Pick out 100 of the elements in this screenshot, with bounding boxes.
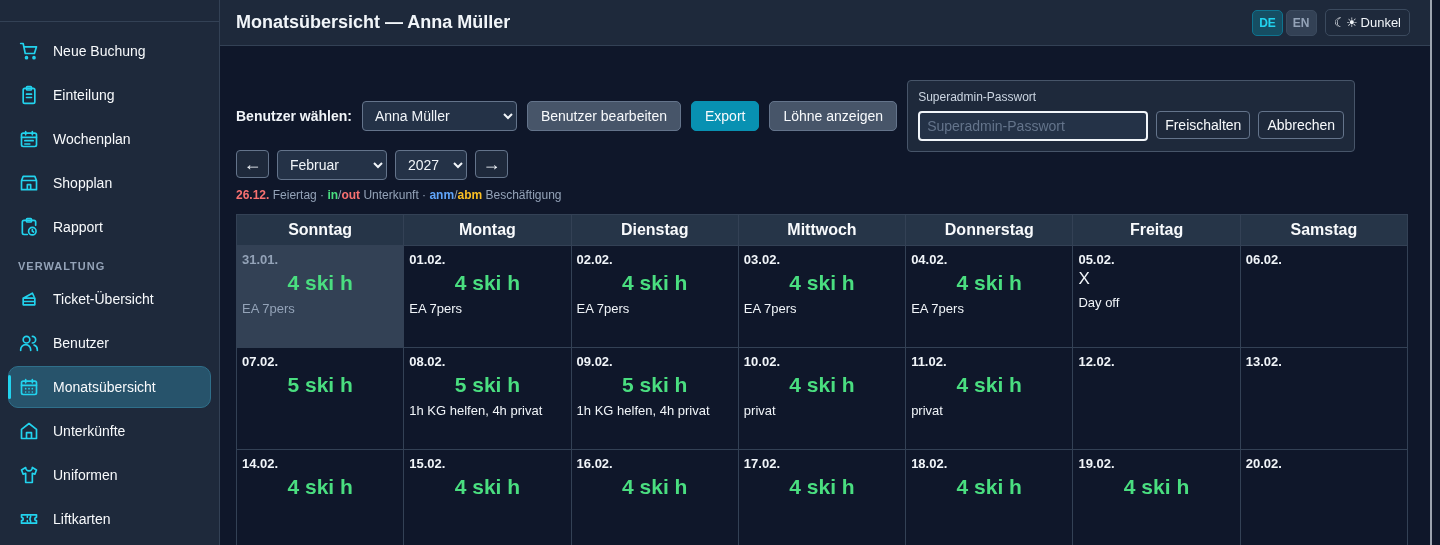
day-cell[interactable]: 16.02. 4 ski h [571, 449, 739, 545]
year-select[interactable]: 2027 [395, 150, 467, 180]
ski-hours: 5 ski h [621, 373, 689, 397]
day-cell[interactable]: 31.01. 4 ski h EA 7pers [236, 245, 404, 348]
legend-text: 26.12. Feiertag · in/out Unterkunft · anm/abm Beschäftigung [236, 188, 563, 202]
day-cell[interactable]: 12.02. [1072, 347, 1241, 450]
ski-hours: 5 ski h [286, 373, 354, 397]
day-date: 20.02. [1245, 456, 1283, 471]
day-cell[interactable]: 04.02. 4 ski h EA 7pers [905, 245, 1073, 348]
day-cell[interactable]: 03.02. 4 ski h EA 7pers [738, 245, 906, 348]
day-cell[interactable]: 07.02. 5 ski h [236, 347, 404, 450]
day-date: 08.02. [409, 354, 447, 369]
day-date: 19.02. [1078, 456, 1116, 471]
sidebar-item[interactable]: Shopplan [8, 162, 211, 204]
day-date: 03.02. [743, 252, 781, 267]
day-date: 15.02. [409, 456, 447, 471]
weekday-header: Mittwoch [738, 214, 906, 246]
export-button[interactable]: Export [691, 101, 760, 131]
day-note: 1h KG helfen, 4h privat [409, 403, 544, 418]
sidebar-item[interactable]: Uniformen [8, 454, 211, 496]
ski-hours: 4 ski h [955, 271, 1023, 295]
previous-month-button[interactable]: ← [236, 150, 269, 178]
weekday-header: Samstag [1240, 214, 1408, 246]
next-month-button[interactable]: → [475, 150, 508, 178]
sidebar-item[interactable]: Wochenplan [8, 118, 211, 160]
day-date: 09.02. [576, 354, 614, 369]
day-date: 31.01. [242, 252, 280, 267]
day-date: 05.02. [1078, 252, 1116, 267]
t-shirt-icon [19, 465, 39, 485]
user-select-label: Benutzer wählen: [236, 108, 352, 124]
panel-button[interactable]: Freischalten [1156, 111, 1251, 139]
month-select[interactable]: Februar [277, 150, 387, 180]
day-date: 13.02. [1245, 354, 1283, 369]
day-date: 14.02. [242, 456, 280, 471]
user-select[interactable]: Anna Müller [361, 101, 517, 131]
day-note: EA 7pers [409, 301, 464, 316]
language-button[interactable]: EN [1285, 9, 1317, 36]
day-note: EA 7pers [911, 301, 965, 316]
clipboard-icon [19, 85, 39, 105]
day-cell[interactable]: 06.02. [1240, 245, 1408, 348]
day-cell[interactable]: 19.02. 4 ski h [1072, 449, 1241, 545]
day-note: privat [911, 403, 944, 418]
sidebar-item[interactable]: Monatsübersicht [8, 366, 211, 408]
day-note: EA 7pers [743, 301, 798, 316]
day-note: Day off [1078, 295, 1121, 310]
sidebar-item[interactable]: Neue Buchung [8, 30, 211, 72]
day-date: 07.02. [242, 354, 280, 369]
day-cell[interactable]: 18.02. 4 ski h [905, 449, 1073, 545]
sidebar-item[interactable]: Ticket-Übersicht [8, 278, 211, 320]
sidebar-item[interactable]: Einteilung [8, 74, 211, 116]
day-cell[interactable]: 08.02. 5 ski h 1h KG helfen, 4h privat [403, 347, 572, 450]
day-off-mark: X [1078, 269, 1091, 289]
day-cell[interactable]: 01.02. 4 ski h EA 7pers [403, 245, 572, 348]
ski-hours: 4 ski h [788, 373, 856, 397]
weekday-header: Sonntag [236, 214, 404, 246]
section-heading: VERWALTUNG [17, 259, 107, 274]
ski-hours: 4 ski h [286, 271, 354, 295]
day-cell[interactable]: 20.02. [1240, 449, 1408, 545]
day-date: 18.02. [911, 456, 949, 471]
day-note: EA 7pers [242, 301, 296, 316]
language-button[interactable]: DE [1252, 9, 1283, 36]
ski-hours: 4 ski h [955, 373, 1023, 397]
ski-hours: 4 ski h [453, 271, 522, 295]
day-date: 16.02. [576, 456, 614, 471]
day-cell[interactable]: 11.02. 4 ski h privat [905, 347, 1073, 450]
day-cell[interactable]: 09.02. 5 ski h 1h KG helfen, 4h privat [571, 347, 739, 450]
password-label: Superadmin-Passwort [918, 90, 1038, 104]
sidebar-item[interactable]: Unterkünfte [8, 410, 211, 452]
weekday-header: Donnerstag [905, 214, 1073, 246]
day-date: 17.02. [743, 456, 781, 471]
day-date: 06.02. [1245, 252, 1283, 267]
theme-button[interactable]: ☾☀ Dunkel [1324, 9, 1410, 36]
password-field[interactable]: Superadmin-Passwort [918, 111, 1149, 141]
panel-button[interactable]: Abbrechen [1258, 111, 1345, 139]
sidebar-item[interactable]: Liftkarten [8, 498, 211, 540]
day-cell[interactable]: 17.02. 4 ski h [738, 449, 906, 545]
day-note: privat [743, 403, 777, 418]
day-date: 10.02. [743, 354, 781, 369]
ski-hours: 4 ski h [788, 475, 856, 499]
clipboard-clock-icon [19, 217, 39, 237]
page-title: Monatsübersicht — Anna Müller [236, 12, 512, 33]
users-icon [19, 333, 39, 353]
day-cell[interactable]: 15.02. 4 ski h [403, 449, 572, 545]
toolbar-button[interactable]: Benutzer bearbeiten [526, 101, 681, 131]
sidebar-item[interactable]: Rapport [8, 206, 211, 248]
day-cell[interactable]: 10.02. 4 ski h privat [738, 347, 906, 450]
toolbar-button[interactable]: Löhne anzeigen [769, 101, 898, 131]
sidebar-item[interactable]: Benutzer [8, 322, 211, 364]
cart-icon [19, 41, 39, 61]
day-note: 1h KG helfen, 4h privat [576, 403, 711, 418]
day-date: 11.02. [911, 354, 948, 369]
ski-hours: 4 ski h [955, 475, 1023, 499]
day-cell[interactable]: 13.02. [1240, 347, 1408, 450]
day-cell[interactable]: 02.02. 4 ski h EA 7pers [571, 245, 739, 348]
ski-hours: 4 ski h [621, 475, 689, 499]
day-cell[interactable]: 14.02. 4 ski h [236, 449, 404, 545]
day-cell[interactable]: 05.02. X Day off [1072, 245, 1241, 348]
day-date: 01.02. [409, 252, 447, 267]
ticket-stack-icon [19, 289, 39, 309]
ski-hours: 4 ski h [453, 475, 522, 499]
